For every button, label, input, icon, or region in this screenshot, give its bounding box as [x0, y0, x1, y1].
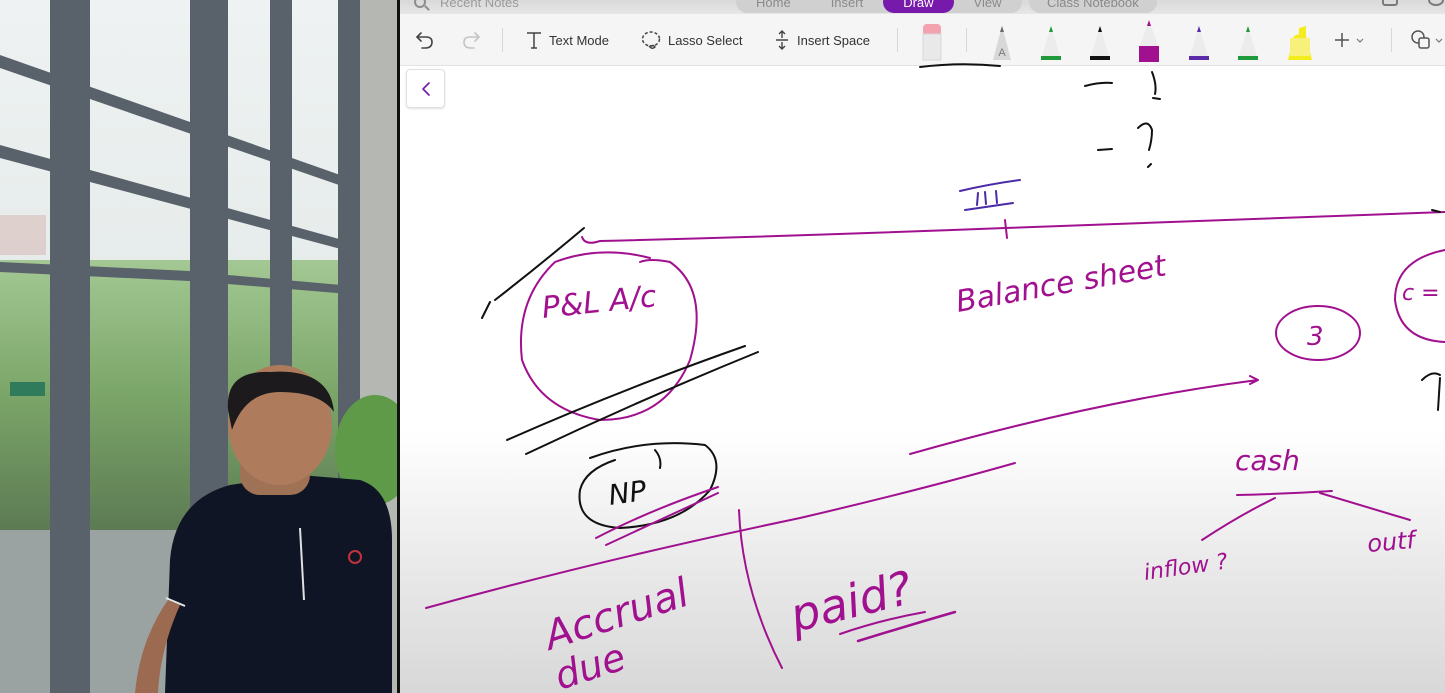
- ink-dash-2: [1097, 148, 1113, 151]
- ink-text-c-equals: c =: [1402, 281, 1440, 306]
- ink-roman-three: [959, 179, 1021, 211]
- ink-oval-np: [578, 442, 718, 529]
- ink-vertical-divider: [738, 509, 783, 669]
- bench: [10, 382, 45, 396]
- ink-cash-bar: [1236, 490, 1333, 496]
- collapse-nav-button[interactable]: [406, 69, 445, 108]
- distant-roof: [0, 215, 46, 255]
- ink-black-right-mark: [1421, 372, 1441, 411]
- onenote-window: Recent Notes Home Insert Draw View Class…: [400, 0, 1445, 693]
- webcam-scene: [0, 0, 397, 693]
- ink-black-double-2: [525, 351, 759, 455]
- ink-text-inflow: inflow ?: [1142, 549, 1229, 586]
- ink-question-2: [1137, 122, 1153, 168]
- ink-stroke-black-top: [919, 63, 1001, 68]
- ink-bracket-line: [581, 211, 1445, 244]
- ink-inflow-arrow: [1201, 497, 1276, 541]
- ink-text-np: NP: [606, 474, 648, 512]
- ink-question-1: [1151, 71, 1161, 100]
- webcam-video-feed: [0, 0, 397, 693]
- ink-text-cash: cash: [1235, 444, 1300, 477]
- ink-text-three: 3: [1307, 322, 1324, 352]
- ink-circle-pnl: [520, 251, 698, 421]
- ink-outflow-arrow: [1319, 492, 1411, 521]
- ink-canvas[interactable]: P&L A/c Balance sheet 3 c = NP cash infl…: [400, 0, 1445, 693]
- ink-arrow-line: [909, 375, 1259, 455]
- ink-long-diagonal: [425, 462, 1016, 609]
- chevron-left-icon: [421, 81, 430, 96]
- ink-text-balance-sheet: Balance sheet: [953, 248, 1170, 320]
- ink-text-pnl: P&L A/c: [540, 279, 658, 326]
- ink-text-outflow: outf: [1366, 526, 1420, 558]
- ink-bracket-tick: [1004, 219, 1008, 239]
- ink-dash-1: [1084, 81, 1113, 87]
